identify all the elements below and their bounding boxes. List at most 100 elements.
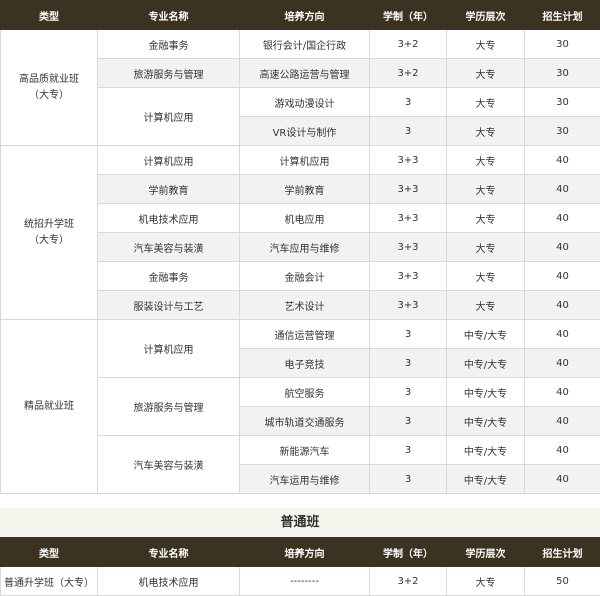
level-cell: 中专/大专	[447, 378, 525, 407]
level-cell: 中专/大专	[447, 436, 525, 465]
duration-cell: 3	[370, 320, 447, 349]
table-row: 统招升学班（大专）计算机应用计算机应用3+3大专40	[1, 146, 600, 175]
level-cell: 大专	[447, 30, 525, 59]
regular-class-table: 类型 专业名称 培养方向 学制（年） 学历层次 招生计划 普通升学班（大专）机电…	[0, 537, 600, 596]
major-name-cell: 汽车美容与装潢	[98, 233, 240, 262]
level-cell: 大专	[447, 567, 525, 596]
quota-cell: 40	[525, 378, 600, 407]
quota-cell: 40	[525, 146, 600, 175]
level-cell: 大专	[447, 88, 525, 117]
section-title: 普通班	[0, 508, 600, 537]
duration-cell: 3+3	[370, 291, 447, 320]
category-line: （大专）	[1, 88, 97, 104]
quota-cell: 40	[525, 291, 600, 320]
section-spacer	[0, 494, 600, 508]
direction-cell: 艺术设计	[240, 291, 370, 320]
level-cell: 大专	[447, 117, 525, 146]
major-name-cell: 机电技术应用	[98, 204, 240, 233]
quota-cell: 50	[525, 567, 600, 596]
major-name-cell: 学前教育	[98, 175, 240, 204]
duration-cell: 3	[370, 88, 447, 117]
table-header-row: 类型 专业名称 培养方向 学制（年） 学历层次 招生计划	[1, 1, 600, 30]
category-line: 精品就业班	[1, 399, 97, 415]
quota-cell: 30	[525, 88, 600, 117]
level-cell: 大专	[447, 291, 525, 320]
header-type: 类型	[1, 538, 98, 567]
type-cell: 普通升学班（大专）	[1, 567, 98, 596]
major-name-cell: 计算机应用	[98, 146, 240, 175]
major-name-cell: 服装设计与工艺	[98, 291, 240, 320]
header-quota: 招生计划	[525, 1, 600, 30]
quota-cell: 40	[525, 233, 600, 262]
table-row: 精品就业班计算机应用通信运营管理3中专/大专40	[1, 320, 600, 349]
direction-cell: 计算机应用	[240, 146, 370, 175]
category-cell: 统招升学班（大专）	[1, 146, 98, 320]
direction-cell: 新能源汽车	[240, 436, 370, 465]
category-line: （大专）	[1, 233, 97, 249]
direction-cell: 通信运营管理	[240, 320, 370, 349]
duration-cell: 3	[370, 378, 447, 407]
direction-cell: 学前教育	[240, 175, 370, 204]
direction-cell: 汽车应用与维修	[240, 233, 370, 262]
direction-cell: 金融会计	[240, 262, 370, 291]
level-cell: 中专/大专	[447, 349, 525, 378]
level-cell: 大专	[447, 233, 525, 262]
duration-cell: 3+3	[370, 233, 447, 262]
quota-cell: 30	[525, 117, 600, 146]
direction-cell: 机电应用	[240, 204, 370, 233]
level-cell: 中专/大专	[447, 320, 525, 349]
direction-cell: 汽车运用与维修	[240, 465, 370, 494]
duration-cell: 3+3	[370, 175, 447, 204]
duration-cell: 3+3	[370, 204, 447, 233]
duration-cell: 3	[370, 436, 447, 465]
duration-cell: 3+2	[370, 567, 447, 596]
quota-cell: 40	[525, 262, 600, 291]
level-cell: 大专	[447, 262, 525, 291]
duration-cell: 3	[370, 349, 447, 378]
quota-cell: 40	[525, 204, 600, 233]
direction-cell: 电子竞技	[240, 349, 370, 378]
header-type: 类型	[1, 1, 98, 30]
category-line: 高品质就业班	[1, 72, 97, 88]
level-cell: 中专/大专	[447, 407, 525, 436]
direction-cell: 城市轨道交通服务	[240, 407, 370, 436]
header-quota: 招生计划	[525, 538, 600, 567]
duration-cell: 3+2	[370, 59, 447, 88]
level-cell: 大专	[447, 59, 525, 88]
major-name-cell: 机电技术应用	[98, 567, 240, 596]
direction-cell: 航空服务	[240, 378, 370, 407]
major-name-cell: 计算机应用	[98, 88, 240, 146]
header-level: 学历层次	[447, 538, 525, 567]
header-duration: 学制（年）	[370, 538, 447, 567]
table-row: 高品质就业班（大专）金融事务银行会计/国企行政3+2大专30	[1, 30, 600, 59]
duration-cell: 3+3	[370, 262, 447, 291]
duration-cell: 3	[370, 407, 447, 436]
table-row: 普通升学班（大专）机电技术应用--------3+2大专50	[1, 567, 600, 596]
header-direction: 培养方向	[240, 538, 370, 567]
major-name-cell: 旅游服务与管理	[98, 378, 240, 436]
header-direction: 培养方向	[240, 1, 370, 30]
quota-cell: 40	[525, 407, 600, 436]
quota-cell: 40	[525, 349, 600, 378]
header-major: 专业名称	[98, 1, 240, 30]
header-duration: 学制（年）	[370, 1, 447, 30]
level-cell: 大专	[447, 146, 525, 175]
quota-cell: 40	[525, 436, 600, 465]
header-major: 专业名称	[98, 538, 240, 567]
header-level: 学历层次	[447, 1, 525, 30]
duration-cell: 3+3	[370, 146, 447, 175]
table-body: 普通升学班（大专）机电技术应用--------3+2大专50	[1, 567, 600, 596]
category-cell: 精品就业班	[1, 320, 98, 494]
major-name-cell: 金融事务	[98, 262, 240, 291]
direction-cell: 银行会计/国企行政	[240, 30, 370, 59]
table-body: 高品质就业班（大专）金融事务银行会计/国企行政3+2大专30旅游服务与管理高速公…	[1, 30, 600, 494]
direction-cell: --------	[240, 567, 370, 596]
major-name-cell: 金融事务	[98, 30, 240, 59]
duration-cell: 3	[370, 465, 447, 494]
major-name-cell: 计算机应用	[98, 320, 240, 378]
enrollment-table: 类型 专业名称 培养方向 学制（年） 学历层次 招生计划 高品质就业班（大专）金…	[0, 0, 600, 494]
direction-cell: VR设计与制作	[240, 117, 370, 146]
direction-cell: 游戏动漫设计	[240, 88, 370, 117]
direction-cell: 高速公路运营与管理	[240, 59, 370, 88]
quota-cell: 40	[525, 465, 600, 494]
